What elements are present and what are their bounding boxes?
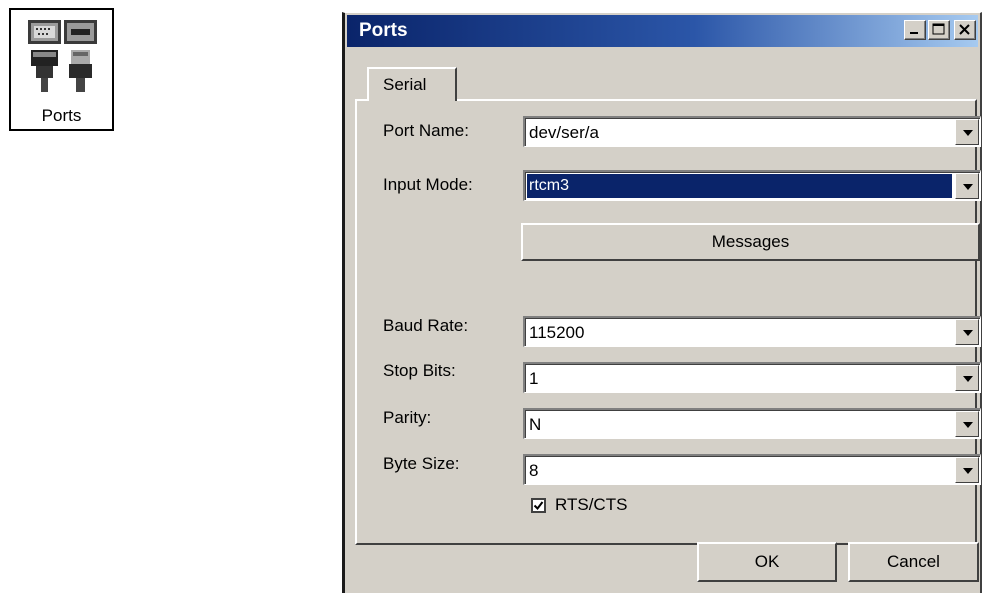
rts-cts-label[interactable]: RTS/CTS (555, 495, 627, 515)
chevron-down-icon[interactable] (955, 457, 979, 483)
baud-rate-value: 115200 (529, 323, 585, 342)
cancel-button[interactable]: Cancel (848, 542, 979, 582)
port-name-label: Port Name: (383, 121, 469, 140)
ports-window: Ports Serial Port Name: dev/ser/a Input … (342, 12, 982, 593)
ok-button[interactable]: OK (697, 542, 837, 582)
close-button[interactable] (954, 20, 976, 40)
stop-bits-value: 1 (529, 369, 539, 388)
stop-bits-combo[interactable]: 1 (523, 362, 981, 393)
input-mode-combo[interactable]: rtcm3 (523, 170, 981, 201)
chevron-down-icon[interactable] (955, 411, 979, 437)
rts-cts-checkbox[interactable] (531, 498, 546, 513)
title-bar[interactable]: Ports (347, 15, 978, 47)
baud-rate-combo[interactable]: 115200 (523, 316, 981, 347)
input-mode-value: rtcm3 (527, 174, 952, 198)
stop-bits-label: Stop Bits: (383, 361, 456, 380)
ports-icon (28, 20, 97, 92)
chevron-down-icon[interactable] (955, 365, 979, 391)
tab-serial[interactable]: Serial (367, 67, 457, 101)
byte-size-combo[interactable]: 8 (523, 454, 981, 485)
baud-rate-label: Baud Rate: (383, 316, 469, 335)
maximize-button[interactable] (928, 20, 950, 40)
close-icon (959, 24, 970, 35)
parity-combo[interactable]: N (523, 408, 981, 439)
maximize-icon (932, 23, 945, 35)
minimize-button[interactable] (904, 20, 926, 40)
minimize-icon (910, 32, 918, 34)
input-mode-label: Input Mode: (383, 175, 473, 194)
chevron-down-icon[interactable] (955, 319, 979, 345)
checkmark-icon (533, 501, 544, 511)
port-name-combo[interactable]: dev/ser/a (523, 116, 981, 147)
window-title: Ports (359, 20, 408, 41)
byte-size-label: Byte Size: (383, 454, 460, 473)
desktop-icon-label: Ports (41, 106, 82, 125)
chevron-down-icon[interactable] (955, 119, 979, 145)
messages-button[interactable]: Messages (521, 223, 980, 261)
tab-serial-label: Serial (383, 75, 427, 94)
port-name-value: dev/ser/a (529, 123, 599, 142)
parity-label: Parity: (383, 408, 432, 427)
ports-desktop-icon[interactable]: Ports (9, 8, 114, 131)
byte-size-value: 8 (529, 461, 539, 480)
parity-value: N (529, 415, 542, 434)
chevron-down-icon[interactable] (955, 173, 979, 199)
